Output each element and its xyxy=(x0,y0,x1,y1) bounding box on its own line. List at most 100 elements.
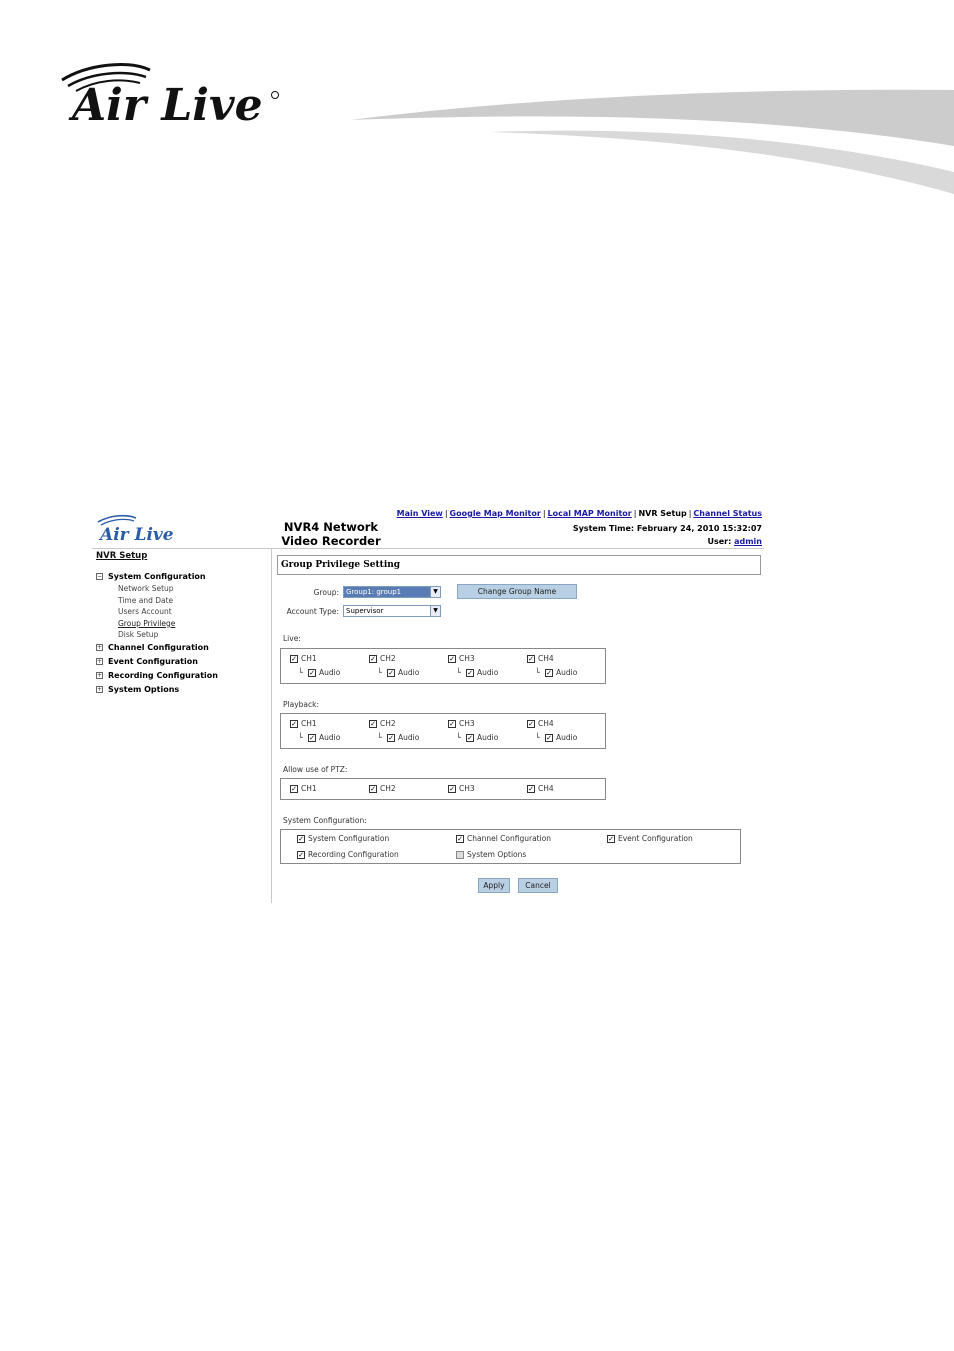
nvr-web-ui: Air Live NVR4 Network Video Recorder Mai… xyxy=(92,505,764,903)
tree-branch-icon: └ xyxy=(298,733,303,742)
checkbox-label: Event Configuration xyxy=(618,834,693,843)
collapse-icon[interactable]: − xyxy=(96,572,103,580)
tree-system-configuration[interactable]: − System Configuration xyxy=(96,569,268,583)
checkbox-label: Channel Configuration xyxy=(467,834,552,843)
live-ch1-audio-checkbox[interactable]: └ ✓ Audio xyxy=(298,668,340,677)
checkbox-icon[interactable]: ✓ xyxy=(308,668,316,677)
ptz-label: Allow use of PTZ: xyxy=(283,765,348,774)
expand-icon[interactable]: + xyxy=(96,672,103,679)
tree-recording-configuration[interactable]: + Recording Configuration xyxy=(96,669,268,683)
svg-text:Air Live: Air Live xyxy=(68,80,263,128)
checkbox-icon[interactable]: ✓ xyxy=(369,784,377,793)
group-row: Group: Group1: group1 ▼ xyxy=(277,586,441,598)
checkbox-icon[interactable]: ✓ xyxy=(545,733,553,742)
sysconf-recording-configuration-checkbox[interactable]: ✓ Recording Configuration xyxy=(297,850,399,859)
live-ch1-checkbox[interactable]: ✓ CH1 xyxy=(290,654,317,663)
checkbox-icon[interactable]: ✓ xyxy=(527,784,535,793)
sysconf-event-configuration-checkbox[interactable]: ✓ Event Configuration xyxy=(607,834,693,843)
sysconf-system-configuration-checkbox[interactable]: ✓ System Configuration xyxy=(297,834,389,843)
checkbox-icon[interactable]: ✓ xyxy=(448,719,456,728)
tree-label: Recording Configuration xyxy=(108,671,218,680)
account-type-select[interactable]: Supervisor ▼ xyxy=(343,605,441,617)
checkbox-label: System Options xyxy=(467,850,527,859)
checkbox-icon[interactable]: ✓ xyxy=(369,719,377,728)
sidebar-title[interactable]: NVR Setup xyxy=(96,551,268,561)
ptz-ch3-checkbox[interactable]: ✓ CH3 xyxy=(448,784,475,793)
nav-main-view[interactable]: Main View xyxy=(397,509,443,518)
checkbox-icon[interactable]: ✓ xyxy=(456,834,464,843)
checkbox-icon[interactable]: ✓ xyxy=(387,733,395,742)
checkbox-icon[interactable]: ✓ xyxy=(545,668,553,677)
playback-ch3-audio-checkbox[interactable]: └ ✓ Audio xyxy=(456,733,498,742)
tree-channel-configuration[interactable]: + Channel Configuration xyxy=(96,641,268,655)
checkbox-icon[interactable]: ✓ xyxy=(387,668,395,677)
apply-button[interactable]: Apply xyxy=(478,878,510,893)
playback-ch2-checkbox[interactable]: ✓ CH2 xyxy=(369,719,396,728)
sysconf-system-options-checkbox[interactable]: System Options xyxy=(456,850,526,859)
live-ch4-audio-checkbox[interactable]: └ ✓ Audio xyxy=(535,668,577,677)
panel-title: Group Privilege Setting xyxy=(277,555,761,575)
live-ch2-audio-checkbox[interactable]: └ ✓ Audio xyxy=(377,668,419,677)
checkbox-icon[interactable]: ✓ xyxy=(607,834,615,843)
nav-nvr-setup: NVR Setup xyxy=(638,509,687,518)
checkbox-icon[interactable]: ✓ xyxy=(297,834,305,843)
sysconf-channel-configuration-checkbox[interactable]: ✓ Channel Configuration xyxy=(456,834,551,843)
checkbox-icon[interactable]: ✓ xyxy=(448,784,456,793)
airlive-logo-small[interactable]: Air Live xyxy=(96,514,188,544)
ptz-ch1-checkbox[interactable]: ✓ CH1 xyxy=(290,784,317,793)
tree-label: Event Configuration xyxy=(108,657,198,666)
playback-ch4-checkbox[interactable]: ✓ CH4 xyxy=(527,719,554,728)
cancel-button[interactable]: Cancel xyxy=(518,878,558,893)
live-ch4-checkbox[interactable]: ✓ CH4 xyxy=(527,654,554,663)
sidebar-item-group-privilege[interactable]: Group Privilege xyxy=(118,618,268,630)
change-group-name-button[interactable]: Change Group Name xyxy=(457,584,577,599)
playback-ch1-audio-checkbox[interactable]: └ ✓ Audio xyxy=(298,733,340,742)
tree-branch-icon: └ xyxy=(377,668,382,677)
checkbox-icon[interactable]: ✓ xyxy=(290,784,298,793)
checkbox-icon[interactable]: ✓ xyxy=(527,654,535,663)
nav-local-map-monitor[interactable]: Local MAP Monitor xyxy=(548,509,632,518)
checkbox-icon[interactable]: ✓ xyxy=(297,850,305,859)
nav-google-map-monitor[interactable]: Google Map Monitor xyxy=(450,509,541,518)
playback-ch3-checkbox[interactable]: ✓ CH3 xyxy=(448,719,475,728)
checkbox-icon[interactable]: ✓ xyxy=(466,733,474,742)
expand-icon[interactable]: + xyxy=(96,644,103,651)
live-ch2-checkbox[interactable]: ✓ CH2 xyxy=(369,654,396,663)
checkbox-icon[interactable]: ✓ xyxy=(466,668,474,677)
dropdown-arrow-icon[interactable]: ▼ xyxy=(430,587,440,597)
live-ch3-checkbox[interactable]: ✓ CH3 xyxy=(448,654,475,663)
expand-icon[interactable]: + xyxy=(96,686,103,693)
ptz-ch2-checkbox[interactable]: ✓ CH2 xyxy=(369,784,396,793)
checkbox-icon[interactable]: ✓ xyxy=(290,719,298,728)
checkbox-icon[interactable] xyxy=(456,850,464,859)
group-select[interactable]: Group1: group1 ▼ xyxy=(343,586,441,598)
live-ch3-audio-checkbox[interactable]: └ ✓ Audio xyxy=(456,668,498,677)
checkbox-icon[interactable]: ✓ xyxy=(369,654,377,663)
sidebar-item-network-setup[interactable]: Network Setup xyxy=(118,583,268,595)
user-label: User: xyxy=(707,537,732,546)
system-config-group: ✓ System Configuration ✓ Channel Configura… xyxy=(280,829,741,864)
checkbox-label: CH4 xyxy=(538,784,554,793)
checkbox-icon[interactable]: ✓ xyxy=(290,654,298,663)
sidebar-item-disk-setup[interactable]: Disk Setup xyxy=(118,629,268,641)
tree-event-configuration[interactable]: + Event Configuration xyxy=(96,655,268,669)
ptz-ch4-checkbox[interactable]: ✓ CH4 xyxy=(527,784,554,793)
dropdown-arrow-icon[interactable]: ▼ xyxy=(430,606,440,616)
tree-branch-icon: └ xyxy=(456,733,461,742)
playback-ch1-checkbox[interactable]: ✓ CH1 xyxy=(290,719,317,728)
playback-ch2-audio-checkbox[interactable]: └ ✓ Audio xyxy=(377,733,419,742)
checkbox-label: CH4 xyxy=(538,654,554,663)
tree-branch-icon: └ xyxy=(456,668,461,677)
expand-icon[interactable]: + xyxy=(96,658,103,665)
checkbox-icon[interactable]: ✓ xyxy=(527,719,535,728)
tree-label: System Options xyxy=(108,685,180,694)
sidebar-item-users-account[interactable]: Users Account xyxy=(118,606,268,618)
checkbox-icon[interactable]: ✓ xyxy=(308,733,316,742)
sidebar-item-time-and-date[interactable]: Time and Date xyxy=(118,595,268,607)
playback-ch4-audio-checkbox[interactable]: └ ✓ Audio xyxy=(535,733,577,742)
tree-system-options[interactable]: + System Options xyxy=(96,683,268,697)
user-link[interactable]: admin xyxy=(734,537,762,546)
checkbox-icon[interactable]: ✓ xyxy=(448,654,456,663)
nav-channel-status[interactable]: Channel Status xyxy=(693,509,762,518)
checkbox-label: Audio xyxy=(556,733,578,742)
